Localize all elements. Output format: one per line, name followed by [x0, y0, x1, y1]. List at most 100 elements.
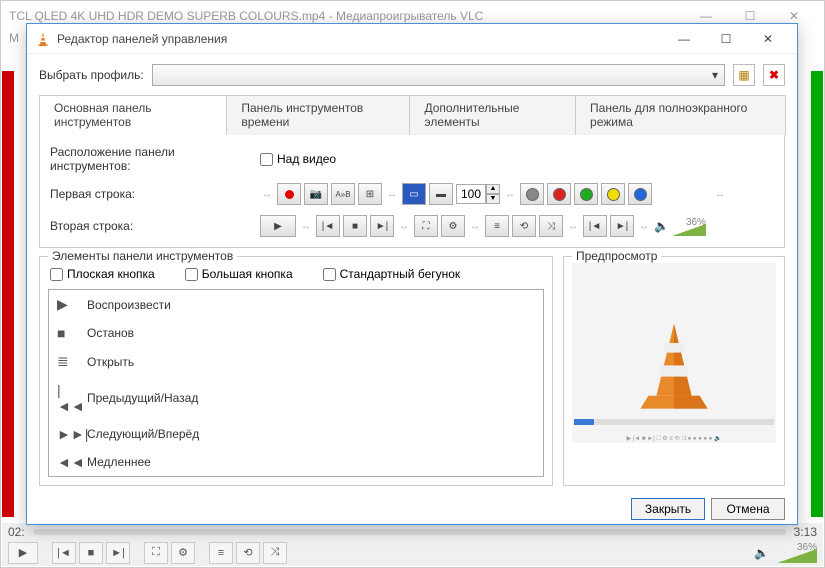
settings-button-2[interactable]: ⚙	[441, 215, 465, 237]
next-button-2[interactable]: ►|	[370, 215, 394, 237]
tab-advanced[interactable]: Дополнительные элементы	[409, 95, 576, 135]
atob-button[interactable]: A»B	[331, 183, 355, 205]
dialog-minimize-button[interactable]: —	[663, 24, 705, 54]
spacer-icon[interactable]: ↔	[262, 189, 272, 200]
snapshot-button[interactable]: 📷	[304, 183, 328, 205]
stop-button[interactable]: ■	[79, 542, 103, 564]
time-total: 3:13	[794, 525, 817, 539]
tab-fullscreen[interactable]: Панель для полноэкранного режима	[575, 95, 786, 135]
prev-button-2[interactable]: |◄	[316, 215, 340, 237]
flat-button-checkbox[interactable]: Плоская кнопка	[50, 267, 155, 281]
spacer-icon[interactable]: ↔	[715, 189, 725, 200]
color-yellow-button[interactable]	[601, 183, 625, 205]
dialog-close-x-button[interactable]: ✕	[747, 24, 789, 54]
main-close-button[interactable]: ✕	[772, 9, 816, 23]
slower-icon: ◄◄	[57, 454, 77, 470]
spacer-icon[interactable]: ↔	[470, 221, 480, 232]
tab-main-toolbar[interactable]: Основная панель инструментов	[39, 95, 227, 135]
video-edge-right	[811, 71, 823, 517]
native-slider-checkbox[interactable]: Стандартный бегунок	[323, 267, 461, 281]
prev-icon: |◄◄	[57, 382, 77, 414]
main-minimize-button[interactable]: —	[684, 9, 728, 23]
element-play[interactable]: ▶Воспроизвести	[49, 290, 543, 319]
spacer-icon[interactable]: ↔	[387, 189, 397, 200]
record-button[interactable]	[277, 183, 301, 205]
dialog-title-text: Редактор панелей управления	[57, 32, 227, 46]
play-icon: ▶	[57, 296, 77, 313]
profile-select[interactable]	[152, 64, 725, 86]
line1-label: Первая строка:	[50, 187, 250, 201]
preview-area: ▶ |◄ ■ ►| ⛶ ⚙ ≡ ⟲ ⤨ ● ● ● ● ● 🔈	[572, 263, 776, 443]
shuffle-button-2[interactable]: ⤨	[539, 215, 563, 237]
zoom-spinner[interactable]: ▲▼	[456, 184, 500, 204]
above-video-checkbox[interactable]: Над видео	[260, 152, 336, 166]
line2-label: Вторая строка:	[50, 219, 250, 233]
element-prev[interactable]: |◄◄Предыдущий/Назад	[49, 376, 543, 420]
big-button-checkbox[interactable]: Большая кнопка	[185, 267, 293, 281]
play-button[interactable]: ▶	[8, 542, 38, 564]
main-title-text: TCL QLED 4K UHD HDR DEMO SUPERB COLOURS.…	[9, 9, 483, 23]
preview-seekbar	[574, 419, 774, 425]
shuffle-button[interactable]: ⤨	[263, 542, 287, 564]
fullscreen-button[interactable]: ⛶	[144, 542, 168, 564]
element-slower[interactable]: ◄◄Медленнее	[49, 448, 543, 476]
spacer-icon[interactable]: ↔	[301, 221, 311, 232]
dialog-maximize-button[interactable]: ☐	[705, 24, 747, 54]
vlc-cone-icon	[35, 31, 51, 47]
close-button[interactable]: Закрыть	[631, 498, 705, 520]
next-button[interactable]: ►|	[106, 542, 130, 564]
fullscreen-button-2[interactable]: ⛶	[414, 215, 438, 237]
play-button-2[interactable]: ▶	[260, 215, 296, 237]
volume-area[interactable]: 🔈 36%	[754, 542, 817, 563]
spacer-icon[interactable]: ↔	[505, 189, 515, 200]
stop-button-2[interactable]: ■	[343, 215, 367, 237]
cancel-button[interactable]: Отмена	[711, 498, 785, 520]
preview-legend: Предпросмотр	[572, 249, 661, 263]
loop-button[interactable]: ⟲	[236, 542, 260, 564]
video-edge-left	[2, 71, 14, 517]
line2-volume-slider[interactable]	[672, 224, 706, 236]
color-grey-button[interactable]	[520, 183, 544, 205]
preview-mini-controls: ▶ |◄ ■ ►| ⛶ ⚙ ≡ ⟲ ⤨ ● ● ● ● ● 🔈	[626, 435, 721, 443]
main-maximize-button[interactable]: ☐	[728, 9, 772, 23]
line1-toolbar[interactable]: ↔ 📷 A»B ⊞ ↔ ▭ ▬ ▲▼ ↔	[260, 183, 727, 205]
tab-content: Расположение панели инструментов: Над ви…	[39, 135, 785, 248]
stop-icon: ■	[57, 325, 77, 341]
element-open[interactable]: ≣Открыть	[49, 347, 543, 376]
prev-button[interactable]: |◄	[52, 542, 76, 564]
vlc-cone-preview	[634, 319, 714, 415]
profile-new-button[interactable]: ▦	[733, 64, 755, 86]
profile-label: Выбрать профиль:	[39, 68, 144, 82]
spacer-icon[interactable]: ↔	[568, 221, 578, 232]
line2-toolbar[interactable]: ▶ ↔ |◄ ■ ►| ↔ ⛶ ⚙ ↔ ≡ ⟲ ⤨ ↔ |◄ ►	[260, 215, 706, 237]
elements-legend: Элементы панели инструментов	[48, 249, 237, 263]
playlist-button[interactable]: ≡	[209, 542, 233, 564]
dialog-titlebar: Редактор панелей управления — ☐ ✕	[27, 24, 797, 54]
next-icon: ►►|	[57, 426, 77, 442]
spacer-icon[interactable]: ↔	[399, 221, 409, 232]
elements-list[interactable]: ▶Воспроизвести ■Останов ≣Открыть |◄◄Пред…	[48, 289, 544, 477]
preview-group: Предпросмотр ▶ |◄ ■ ►| ⛶ ⚙ ≡ ⟲ ⤨ ● ● ● ●…	[563, 256, 785, 486]
skip-back-button[interactable]: |◄	[583, 215, 607, 237]
aspect-button[interactable]: ▭	[402, 183, 426, 205]
profile-delete-button[interactable]: ✖	[763, 64, 785, 86]
element-next[interactable]: ►►|Следующий/Вперёд	[49, 420, 543, 448]
color-blue-button[interactable]	[628, 183, 652, 205]
tab-time-toolbar[interactable]: Панель инструментов времени	[226, 95, 410, 135]
frame-button[interactable]: ⊞	[358, 183, 382, 205]
tab-bar: Основная панель инструментов Панель инст…	[39, 94, 785, 135]
spacer-icon[interactable]: ↔	[639, 221, 649, 232]
ext-settings-button[interactable]: ⚙	[171, 542, 195, 564]
skip-fwd-button[interactable]: ►|	[610, 215, 634, 237]
loop-button-2[interactable]: ⟲	[512, 215, 536, 237]
main-controls: ▶ |◄ ■ ►| ⛶ ⚙ ≡ ⟲ ⤨ 🔈 36%	[2, 539, 823, 566]
playlist-button-2[interactable]: ≡	[485, 215, 509, 237]
color-red-button[interactable]	[547, 183, 571, 205]
time-elapsed: 02:	[8, 525, 25, 539]
element-stop[interactable]: ■Останов	[49, 319, 543, 347]
color-green-button[interactable]	[574, 183, 598, 205]
volume-slider[interactable]	[777, 549, 817, 563]
toolbar-editor-dialog: Редактор панелей управления — ☐ ✕ Выбрат…	[26, 23, 798, 525]
crop-button[interactable]: ▬	[429, 183, 453, 205]
speaker-icon: 🔈	[654, 219, 669, 233]
